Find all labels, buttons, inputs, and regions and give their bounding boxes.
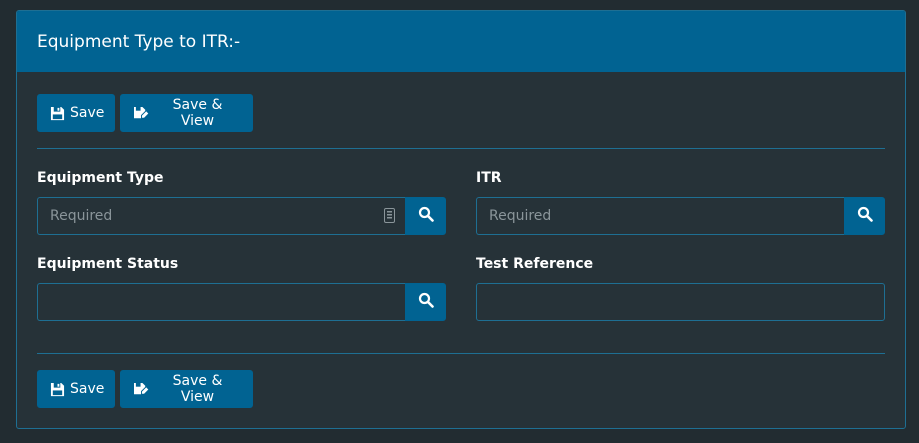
search-icon (857, 206, 873, 226)
floppy-disk-icon (50, 106, 65, 121)
save-and-view-button[interactable]: Save & View (120, 370, 253, 408)
search-icon (418, 206, 434, 226)
equipment-status-group (37, 283, 446, 321)
itr-group (476, 197, 885, 235)
save-button[interactable]: Save (37, 94, 115, 132)
divider-top (37, 148, 885, 149)
equipment-type-wrap (37, 197, 405, 235)
equipment-type-search-button[interactable] (405, 197, 446, 235)
top-toolbar: Save Save & View (37, 94, 253, 132)
itr-input[interactable] (476, 197, 844, 235)
equipment-type-group (37, 197, 446, 235)
panel-title: Equipment Type to ITR:- (37, 31, 241, 52)
equipment-status-search-button[interactable] (405, 283, 446, 321)
save-button-label: Save (70, 381, 105, 397)
equipment-status-label: Equipment Status (37, 256, 179, 272)
equipment-status-input[interactable] (37, 283, 405, 321)
equipment-type-label: Equipment Type (37, 170, 164, 186)
equipment-itr-panel: Equipment Type to ITR:- Save Save & View… (16, 10, 906, 429)
itr-search-button[interactable] (844, 197, 885, 235)
test-reference-input[interactable] (476, 283, 885, 321)
divider-bottom (37, 353, 885, 354)
save-and-view-button-label: Save & View (172, 373, 223, 405)
save-and-view-button[interactable]: Save & View (120, 94, 253, 132)
edit-arrow-icon (133, 106, 150, 121)
save-button-label: Save (70, 105, 105, 121)
equipment-type-input[interactable] (37, 197, 405, 235)
search-icon (418, 292, 434, 312)
test-reference-label: Test Reference (476, 256, 594, 272)
itr-label: ITR (476, 170, 502, 186)
edit-arrow-icon (133, 382, 150, 397)
floppy-disk-icon (50, 382, 65, 397)
test-reference-group (476, 283, 885, 321)
panel-header: Equipment Type to ITR:- (17, 11, 905, 72)
bottom-toolbar: Save Save & View (37, 370, 253, 408)
save-button[interactable]: Save (37, 370, 115, 408)
keyboard-icon[interactable] (384, 208, 395, 227)
save-and-view-button-label: Save & View (172, 97, 223, 129)
